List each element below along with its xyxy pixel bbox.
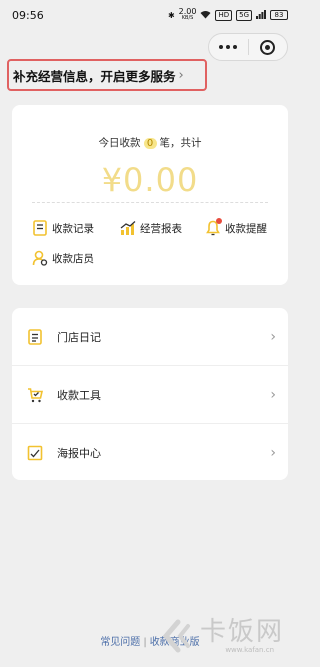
quick-action-label: 收款提醒: [225, 222, 267, 235]
mini-program-capsule: [208, 33, 288, 61]
clerk-icon: [32, 250, 48, 266]
close-capsule-button[interactable]: [249, 39, 288, 55]
receipt-icon: [32, 220, 48, 236]
faq-link[interactable]: 常见问题: [100, 637, 140, 648]
menu-item-payment-tools[interactable]: 收款工具 ›: [12, 365, 288, 423]
bar-chart-icon: [120, 220, 136, 236]
total-amount: ¥0.00: [101, 161, 199, 199]
watermark-url: www.kafan.cn: [225, 645, 275, 654]
network-speed: 2.00 KB/S: [178, 7, 197, 22]
signal-badge: 5G: [236, 9, 252, 21]
summary-suffix: 笔，共计: [159, 137, 202, 149]
status-icons: ✱ 2.00 KB/S HD 5G 83: [168, 8, 288, 22]
menu-item-label: 收款工具: [57, 388, 101, 402]
payment-reminder-button[interactable]: 收款提醒: [205, 218, 267, 236]
menu-item-label: 海报中心: [57, 446, 101, 460]
business-report-button[interactable]: 经营报表: [120, 220, 182, 236]
menu-item-poster-center[interactable]: 海报中心 ›: [12, 423, 288, 481]
more-dots-icon[interactable]: [209, 45, 248, 49]
summary-prefix: 今日收款: [98, 137, 141, 149]
bell-icon: [205, 218, 222, 236]
signal-bars-icon: [256, 9, 266, 21]
divider: [32, 202, 268, 203]
chevron-right-icon: ›: [270, 386, 276, 403]
quick-action-label: 经营报表: [140, 222, 182, 235]
cart-icon: [27, 387, 44, 403]
banner-text: 补充经营信息，开启更多服务: [13, 68, 176, 84]
hd-badge: HD: [215, 9, 233, 21]
chevron-right-icon: ›: [270, 444, 276, 461]
chevron-right-icon: ›: [270, 329, 276, 345]
notebook-icon: [27, 329, 43, 345]
bluetooth-icon: ✱: [167, 10, 175, 20]
summary-card: 今日收款 0 笔，共计 ¥0.00 收款记录 经营报表 收款提醒 收款店员: [12, 105, 288, 285]
footer-separator: |: [143, 637, 147, 648]
transaction-count: 0: [143, 138, 157, 149]
menu-card: 门店日记 › 收款工具 › 海报中心 ›: [12, 308, 288, 480]
watermark-brand: 卡饭网: [200, 616, 285, 647]
notification-dot: [216, 218, 222, 224]
poster-icon: [27, 445, 43, 461]
target-circle-icon: [260, 39, 276, 55]
site-watermark: 卡饭网 www.kafan.cn: [160, 608, 300, 663]
quick-action-label: 收款记录: [52, 222, 94, 235]
menu-item-label: 门店日记: [57, 331, 101, 344]
quick-action-label: 收款店员: [52, 252, 94, 265]
battery-icon: 83: [270, 10, 288, 20]
status-bar: 09:56 ✱ 2.00 KB/S HD 5G 83: [0, 0, 300, 30]
complete-info-banner[interactable]: 补充经营信息，开启更多服务 ›: [7, 59, 207, 91]
wifi-icon: [200, 10, 211, 21]
status-time: 09:56: [12, 8, 44, 22]
menu-item-store-diary[interactable]: 门店日记 ›: [12, 308, 288, 366]
chevron-right-icon: ›: [178, 67, 184, 83]
today-summary: 今日收款 0 笔，共计: [12, 135, 288, 150]
payment-clerk-button[interactable]: 收款店员: [32, 250, 94, 266]
kafan-logo-icon: [160, 618, 196, 654]
receipt-records-button[interactable]: 收款记录: [32, 220, 94, 236]
